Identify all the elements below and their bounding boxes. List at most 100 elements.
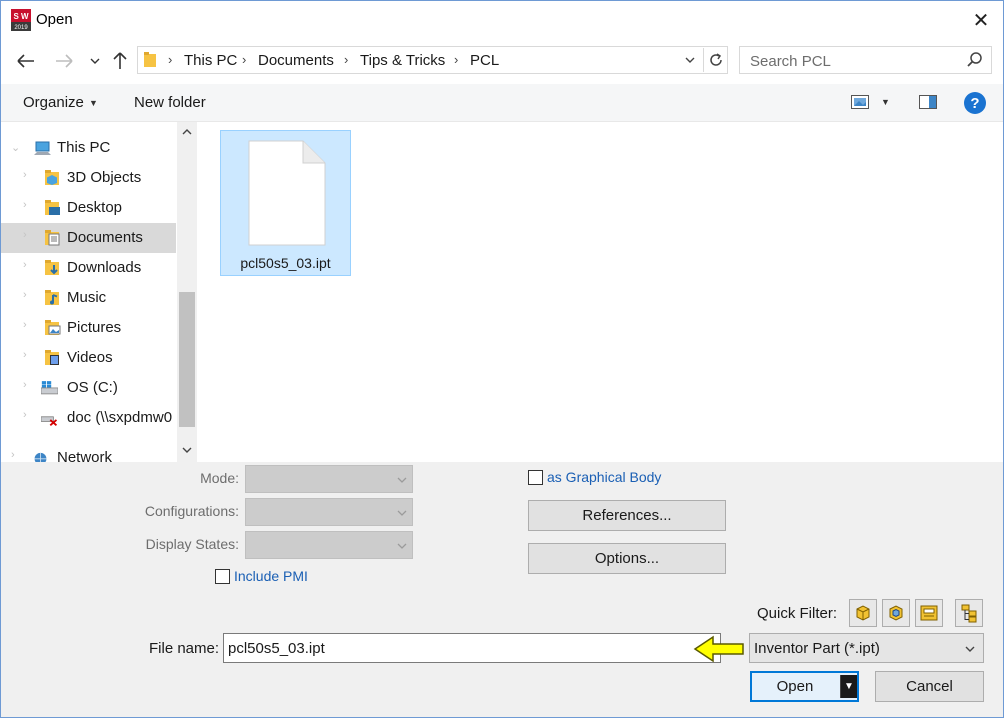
chevron-right-icon[interactable]: › [23, 259, 27, 271]
3d-objects-icon [45, 170, 59, 185]
tree-item-3d-objects[interactable]: › 3D Objects [1, 163, 176, 193]
chevron-right-icon[interactable]: › [23, 409, 27, 421]
breadcrumb-separator: › [454, 52, 459, 67]
chevron-right-icon[interactable]: › [23, 229, 27, 241]
close-button[interactable]: ✕ [959, 4, 1003, 36]
configurations-label: Configurations: [144, 503, 239, 519]
search-icon[interactable] [965, 50, 985, 70]
tree-item-network-drive[interactable]: › doc (\\sxpdmw0 [1, 403, 176, 433]
file-name-input[interactable] [223, 633, 721, 663]
include-pmi-label[interactable]: Include PMI [234, 568, 308, 584]
organize-button[interactable]: Organize [23, 94, 84, 111]
options-button[interactable]: Options... [528, 543, 726, 574]
scrollbar-thumb[interactable] [179, 292, 195, 427]
up-one-level-button[interactable] [107, 48, 133, 74]
tree-item-label: Videos [67, 349, 113, 366]
address-bar[interactable]: › This PC › Documents › Tips & Tricks › … [137, 46, 728, 74]
drawing-filter-icon [920, 605, 938, 621]
chevron-up-icon [182, 129, 192, 135]
tree-item-desktop[interactable]: › Desktop [1, 193, 176, 223]
file-name-label: pcl50s5_03.ipt [240, 255, 331, 271]
chevron-right-icon[interactable]: › [23, 319, 27, 331]
tree-item-network[interactable]: › Network [1, 443, 176, 462]
filter-parts-button[interactable] [849, 599, 877, 627]
chevron-right-icon[interactable]: › [23, 169, 27, 181]
refresh-button[interactable] [703, 48, 727, 72]
part-filter-icon [856, 605, 870, 621]
breadcrumb-tips-tricks[interactable]: Tips & Tricks [360, 52, 445, 69]
tree-item-os-drive[interactable]: › OS (C:) [1, 373, 176, 403]
arrow-left-icon [17, 54, 34, 68]
chevron-down-icon [685, 57, 695, 63]
chevron-right-icon[interactable]: › [23, 289, 27, 301]
videos-folder-icon [45, 350, 59, 365]
open-button[interactable]: Open ▼ [750, 671, 859, 702]
graphical-body-label[interactable]: as Graphical Body [547, 469, 661, 485]
search-box[interactable] [739, 46, 992, 74]
chevron-right-icon[interactable]: › [23, 379, 27, 391]
file-list-area[interactable]: pcl50s5_03.ipt [198, 122, 1003, 462]
tree-item-label: doc (\\sxpdmw0 [67, 409, 173, 426]
open-options-dropdown[interactable]: ▼ [840, 675, 857, 698]
chevron-down-icon [397, 510, 407, 516]
nav-pane-scrollbar[interactable] [177, 122, 197, 462]
breadcrumb-separator: › [242, 52, 247, 67]
scroll-down-button[interactable] [177, 440, 197, 460]
change-view-icon[interactable] [851, 95, 869, 109]
tree-item-label: Pictures [67, 319, 122, 336]
tree-item-label: Downloads [67, 259, 142, 276]
chevron-down-icon[interactable]: ⌄ [11, 141, 20, 154]
scroll-up-button[interactable] [177, 122, 197, 142]
drive-icon [41, 381, 58, 395]
forward-button[interactable] [49, 48, 79, 74]
new-folder-button[interactable]: New folder [134, 94, 206, 111]
chevron-right-icon[interactable]: › [11, 449, 15, 461]
breadcrumb-this-pc[interactable]: This PC [184, 52, 237, 69]
breadcrumb-documents[interactable]: Documents [258, 52, 334, 69]
tree-item-music[interactable]: › Music [1, 283, 176, 313]
display-states-label: Display States: [145, 536, 239, 552]
svg-text:S W: S W [13, 12, 29, 21]
references-button[interactable]: References... [528, 500, 726, 531]
chevron-down-icon: ▼ [844, 681, 854, 692]
tree-item-downloads[interactable]: › Downloads [1, 253, 176, 283]
file-item[interactable]: pcl50s5_03.ipt [220, 130, 351, 276]
graphical-body-checkbox[interactable] [528, 470, 543, 485]
help-icon[interactable]: ? [964, 92, 986, 114]
filter-assemblies-button[interactable] [882, 599, 910, 627]
search-input[interactable] [748, 51, 958, 71]
breadcrumb-pcl[interactable]: PCL [470, 52, 499, 69]
svg-text:2019: 2019 [14, 25, 28, 31]
assembly-filter-icon [889, 605, 903, 621]
back-button[interactable] [11, 48, 41, 74]
chevron-down-icon [90, 58, 100, 64]
preview-pane-icon[interactable] [919, 95, 937, 109]
title-bar: S W 2019 Open ✕ [1, 1, 1003, 39]
filter-drawings-button[interactable] [915, 599, 943, 627]
breadcrumb-separator: › [168, 52, 173, 67]
arrow-right-icon [56, 54, 73, 68]
cancel-button[interactable]: Cancel [875, 671, 984, 702]
quick-filter-label: Quick Filter: [757, 605, 838, 622]
breadcrumb-separator: › [344, 52, 349, 67]
tree-item-pictures[interactable]: › Pictures [1, 313, 176, 343]
tree-item-label: This PC [57, 139, 111, 156]
refresh-icon [709, 53, 722, 66]
downloads-folder-icon [45, 260, 59, 275]
desktop-folder-icon [45, 200, 60, 215]
view-options-dropdown[interactable]: ▼ [881, 97, 890, 107]
include-pmi-checkbox[interactable] [215, 569, 230, 584]
documents-folder-icon [45, 230, 60, 246]
options-panel: Mode: Configurations: Display States: In… [1, 462, 1003, 717]
configurations-select [245, 498, 413, 526]
chevron-right-icon[interactable]: › [23, 349, 27, 361]
tree-item-videos[interactable]: › Videos [1, 343, 176, 373]
file-type-select[interactable]: Inventor Part (*.ipt) [749, 633, 984, 663]
filter-top-level-button[interactable] [955, 599, 983, 627]
tree-item-documents[interactable]: › Documents [1, 223, 176, 253]
tree-item-this-pc[interactable]: ⌄ This PC [1, 133, 176, 163]
recent-locations-button[interactable] [85, 48, 105, 74]
address-history-dropdown[interactable] [681, 51, 699, 69]
display-states-select [245, 531, 413, 559]
chevron-right-icon[interactable]: › [23, 199, 27, 211]
